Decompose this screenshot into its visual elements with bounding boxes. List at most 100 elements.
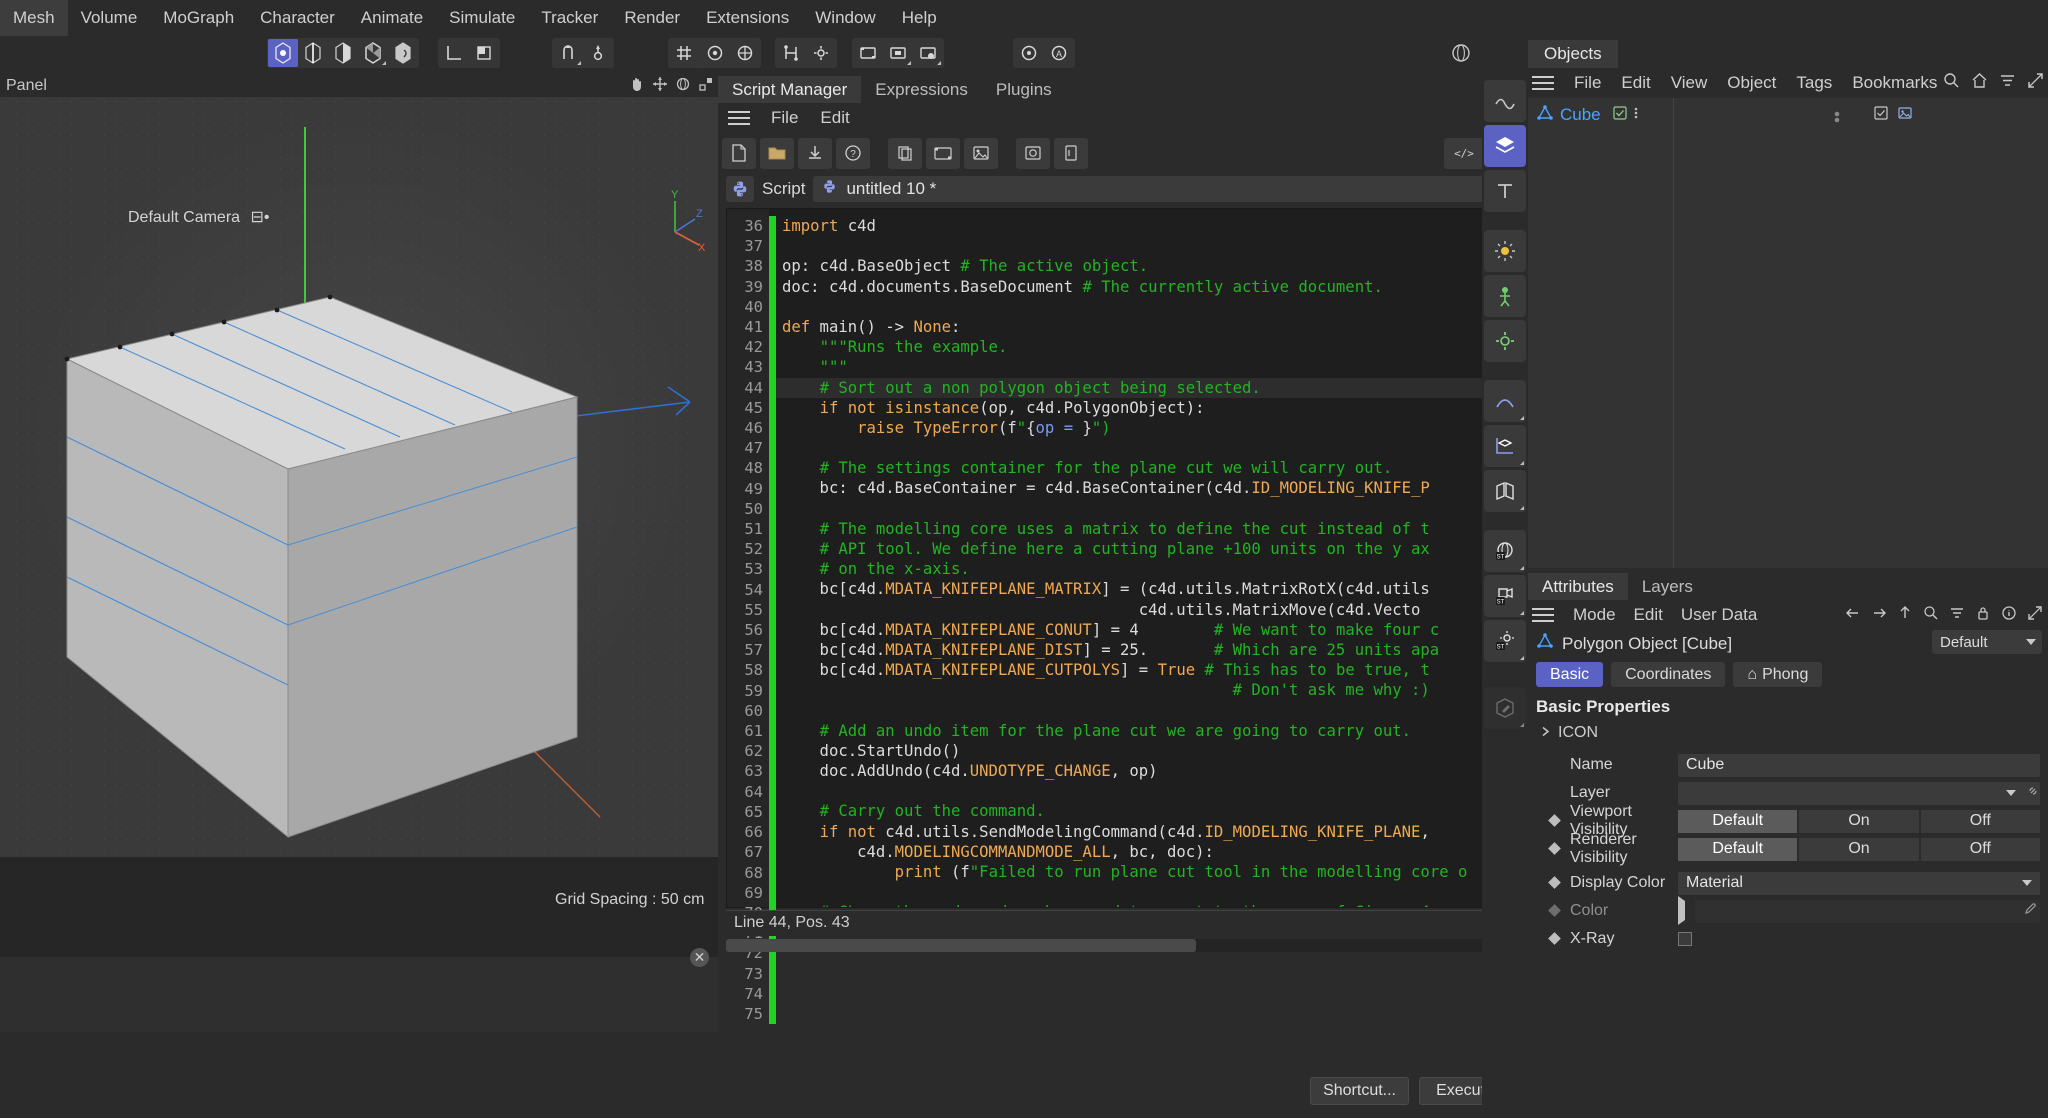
code-line[interactable]: bc[c4d.MDATA_KNIFEPLANE_DIST] = 25. # Wh… <box>776 640 1515 660</box>
quantize-icon[interactable] <box>700 39 730 67</box>
texture-mode-icon[interactable] <box>388 39 418 67</box>
tab-expressions[interactable]: Expressions <box>861 76 982 103</box>
home-icon[interactable] <box>1971 72 1988 94</box>
code-editor[interactable]: 36 37 38 39 40 41 42 43 44 45 46 47 48 49 50 51 52 53 54 55… <box>726 208 1516 1024</box>
hand-icon[interactable] <box>629 76 645 97</box>
doc-icon[interactable] <box>1054 137 1088 169</box>
code-line[interactable]: # Don't ask me why :) <box>776 680 1515 700</box>
workplane-mode-icon[interactable] <box>730 39 760 67</box>
layer-icon[interactable] <box>1873 105 1889 126</box>
menu-tracker[interactable]: Tracker <box>528 0 611 36</box>
layer-link-icon[interactable] <box>2026 783 2040 803</box>
camera-st-icon[interactable]: ST <box>1484 575 1526 617</box>
render-settings-icon[interactable] <box>913 39 943 67</box>
globe-st-icon[interactable]: ST <box>1484 530 1526 572</box>
sphere-icon[interactable] <box>1446 39 1476 67</box>
help-icon[interactable]: ? <box>836 137 870 169</box>
code-line[interactable] <box>776 438 1515 458</box>
code-line[interactable]: # The modelling core uses a matrix to de… <box>776 519 1515 539</box>
code-toggle-icon[interactable]: </> <box>1444 137 1484 169</box>
code-line[interactable]: c4d.MODELINGCOMMANDMODE_ALL, bc, doc): <box>776 842 1515 862</box>
dots-icon[interactable] <box>1633 105 1639 126</box>
pen-edit-icon[interactable] <box>1484 687 1526 729</box>
object-name-cube[interactable]: Cube <box>1560 105 1601 125</box>
code-line[interactable]: print (f"Failed to run plane cut tool in… <box>776 862 1515 882</box>
menu-volume[interactable]: Volume <box>68 0 151 36</box>
menu-hamburger-icon[interactable] <box>728 110 750 125</box>
new-script-icon[interactable] <box>722 137 756 169</box>
console-icon[interactable] <box>1016 137 1050 169</box>
code-pre[interactable]: import c4d op: c4d.BaseObject # The acti… <box>776 216 1515 907</box>
spline-icon[interactable] <box>1484 380 1526 422</box>
lock-icon[interactable] <box>1975 605 1991 626</box>
tab-basic[interactable]: Basic <box>1536 662 1604 687</box>
script-name-combo[interactable]: untitled 10 * <box>813 176 1516 202</box>
menu-character[interactable]: Character <box>247 0 348 36</box>
tab-plugins[interactable]: Plugins <box>982 76 1066 103</box>
mesh-checker-icon[interactable] <box>1484 80 1526 122</box>
render-view-icon[interactable] <box>853 39 883 67</box>
display-color-chevron-down-icon[interactable] <box>2022 879 2032 886</box>
code-line[interactable] <box>776 781 1515 801</box>
objects-menu-tags[interactable]: Tags <box>1786 68 1842 98</box>
viewport-visibility-off[interactable]: Off <box>1920 809 2040 833</box>
code-line[interactable]: """ <box>776 357 1515 377</box>
menu-simulate[interactable]: Simulate <box>436 0 528 36</box>
code-line[interactable]: bc[c4d.MDATA_KNIFEPLANE_CUTPOLYS] = True… <box>776 660 1515 680</box>
duplicate-icon[interactable] <box>888 137 922 169</box>
menu-extensions[interactable]: Extensions <box>693 0 802 36</box>
script-menu-edit[interactable]: Edit <box>809 103 860 132</box>
tab-layers[interactable]: Layers <box>1628 573 1707 600</box>
layer-chevron-down-icon[interactable] <box>2006 789 2016 796</box>
code-line[interactable]: def main() -> None: <box>776 317 1515 337</box>
tab-attributes[interactable]: Attributes <box>1528 573 1628 600</box>
viewport-panel-label[interactable]: Panel <box>0 75 53 97</box>
code-line[interactable]: op: c4d.BaseObject # The active object. <box>776 256 1515 276</box>
display-color-dropdown[interactable]: Material <box>1678 871 2040 895</box>
xray-checkbox[interactable] <box>1678 932 1692 946</box>
menu-help[interactable]: Help <box>889 0 950 36</box>
attributes-menu-userdata[interactable]: User Data <box>1672 600 1767 630</box>
attributes-menu-mode[interactable]: Mode <box>1564 600 1625 630</box>
forward-arrow-icon[interactable] <box>1871 605 1887 626</box>
menu-animate[interactable]: Animate <box>348 0 436 36</box>
attributes-hamburger-icon[interactable] <box>1532 608 1554 622</box>
rotate-icon[interactable] <box>675 76 691 97</box>
color-picker-icon[interactable] <box>2023 901 2038 921</box>
tab-phong[interactable]: ⌂ Phong <box>1733 662 1823 687</box>
objects-menu-edit[interactable]: Edit <box>1611 68 1660 98</box>
viewport-visibility-default[interactable]: Default <box>1678 809 1798 833</box>
light-st-icon[interactable]: ST <box>1484 620 1526 662</box>
layout-icon[interactable] <box>1014 39 1044 67</box>
code-line[interactable]: # Carry out the command. <box>776 801 1515 821</box>
preset-chevron-down-icon[interactable] <box>2026 639 2036 645</box>
back-arrow-icon[interactable] <box>1845 605 1861 626</box>
shortcut-button[interactable]: Shortcut... <box>1310 1077 1409 1105</box>
mesh-settings-icon[interactable] <box>806 39 836 67</box>
code-line[interactable]: # Add an undo item for the plane cut we … <box>776 721 1515 741</box>
deformer-icon[interactable] <box>1484 470 1526 512</box>
viewport[interactable]: Panel Default Camera ⊟• Y X Z Grid Spaci… <box>0 75 718 1118</box>
code-line[interactable] <box>776 297 1515 317</box>
code-line[interactable]: doc: c4d.documents.BaseDocument # The cu… <box>776 277 1515 297</box>
code-line[interactable] <box>776 882 1515 902</box>
up-arrow-icon[interactable] <box>1897 605 1913 626</box>
menu-render[interactable]: Render <box>611 0 693 36</box>
visibility-dot-upper[interactable] <box>1833 108 1841 131</box>
code-line[interactable] <box>776 499 1515 519</box>
code-line[interactable]: """Runs the example. <box>776 337 1515 357</box>
menu-window[interactable]: Window <box>802 0 888 36</box>
code-line[interactable]: c4d.utils.MatrixMove(c4d.Vecto <box>776 600 1515 620</box>
code-line[interactable]: import c4d <box>776 216 1515 236</box>
viewport-visibility-on[interactable]: On <box>1799 809 1919 833</box>
object-item-cube[interactable]: Cube <box>1528 102 2048 128</box>
code-line[interactable]: doc.StartUndo() <box>776 741 1515 761</box>
attributes-menu-edit[interactable]: Edit <box>1625 600 1672 630</box>
color-expand-arrow-icon[interactable] <box>1678 896 1685 925</box>
move-icon[interactable] <box>652 76 668 97</box>
script-menu-file[interactable]: File <box>760 103 809 132</box>
renderer-visibility-default[interactable]: Default <box>1678 837 1798 861</box>
tab-script-manager[interactable]: Script Manager <box>718 76 862 103</box>
open-script-icon[interactable] <box>760 137 794 169</box>
text-icon[interactable]: A <box>1044 39 1074 67</box>
